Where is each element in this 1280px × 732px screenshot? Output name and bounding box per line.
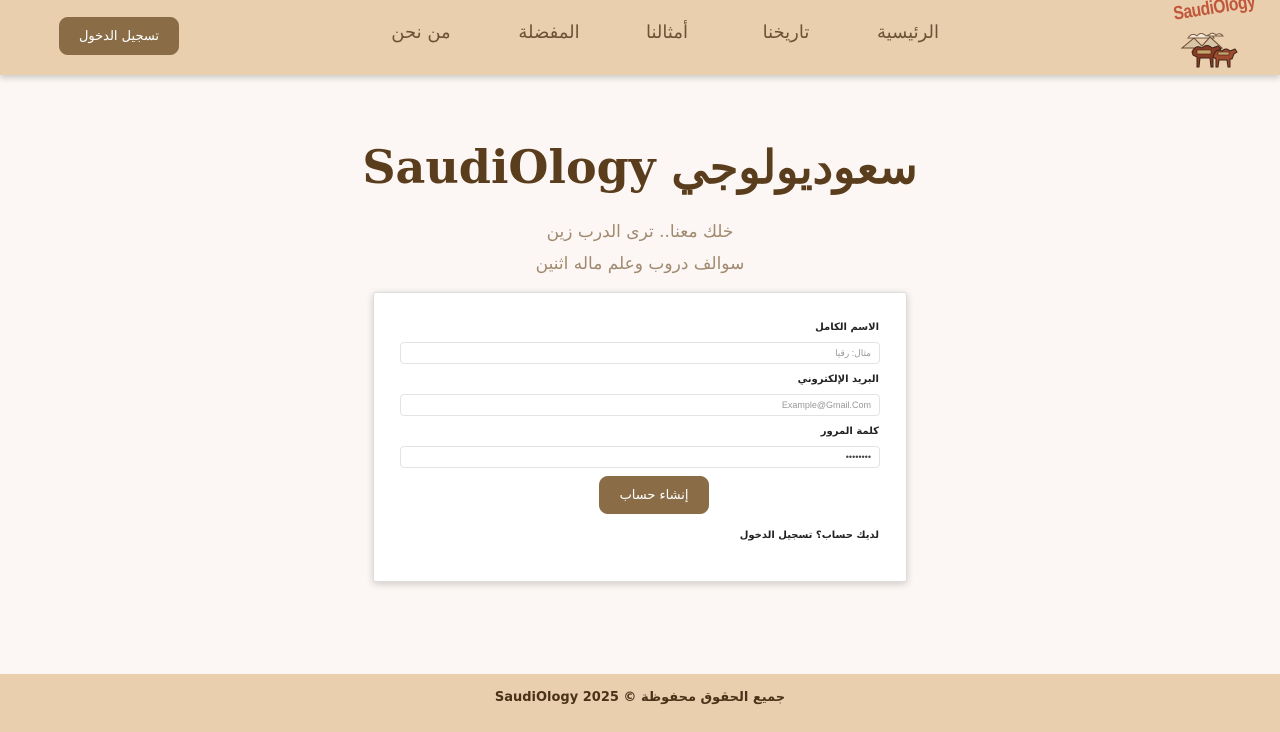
login-link[interactable]: تسجيل الدخول bbox=[740, 530, 813, 541]
create-account-button[interactable]: إنشاء حساب bbox=[599, 476, 709, 514]
camel-caravan-icon bbox=[1180, 32, 1238, 68]
nav-item-home[interactable]: الرئيسية bbox=[877, 22, 939, 43]
tagline-line-2: سوالف دروب وعلم ماله اثنين bbox=[535, 254, 745, 274]
has-account-text: لديك حساب؟ bbox=[815, 530, 879, 541]
full-name-label: الاسم الكامل bbox=[815, 322, 879, 333]
site-logo[interactable]: SaudiOlogy bbox=[1168, 0, 1258, 74]
logo-text: SaudiOlogy bbox=[1172, 0, 1257, 25]
nav-item-history[interactable]: تاريخنا bbox=[763, 22, 810, 43]
page-title: سعوديولوجي SaudiOlogy bbox=[362, 140, 918, 194]
password-label: كلمة المرور bbox=[820, 426, 879, 437]
email-label: البريد الإلكتروني bbox=[797, 374, 879, 385]
login-button[interactable]: تسجيل الدخول bbox=[59, 17, 179, 55]
copyright-text: جميع الحقوق محفوظة © SaudiOlogy 2025 bbox=[494, 690, 786, 705]
signup-form-card: الاسم الكامل البريد الإلكتروني كلمة المر… bbox=[373, 292, 907, 582]
password-field[interactable] bbox=[400, 446, 880, 468]
nav-item-about[interactable]: من نحن bbox=[391, 22, 450, 43]
email-field[interactable] bbox=[400, 394, 880, 416]
has-account-line: لديك حساب؟ تسجيل الدخول bbox=[740, 530, 879, 541]
nav-item-proverbs[interactable]: أمثالنا bbox=[646, 22, 688, 43]
tagline-line-1: خلك معنا.. ترى الدرب زين bbox=[546, 222, 734, 242]
nav-item-favorites[interactable]: المفضلة bbox=[518, 22, 579, 43]
top-navbar: تسجيل الدخول من نحن المفضلة أمثالنا تاري… bbox=[0, 0, 1280, 75]
full-name-field[interactable] bbox=[400, 342, 880, 364]
footer: جميع الحقوق محفوظة © SaudiOlogy 2025 bbox=[0, 674, 1280, 732]
